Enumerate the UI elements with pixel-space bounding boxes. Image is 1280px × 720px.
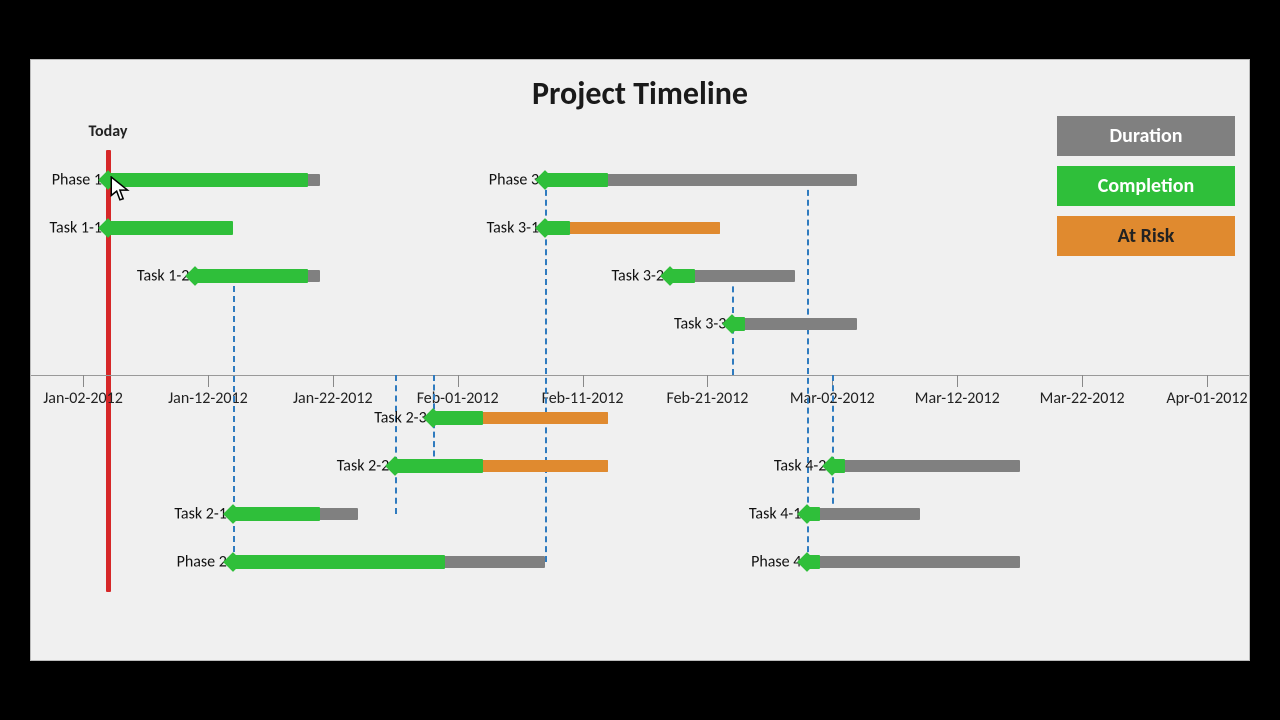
task-atrisk-bar — [483, 412, 608, 424]
axis-tick — [83, 375, 84, 387]
axis-tick — [583, 375, 584, 387]
task-completion-bar — [233, 555, 445, 569]
axis-tick — [208, 375, 209, 387]
axis-tick-label: Jan-02-2012 — [43, 389, 123, 408]
task-completion-bar — [233, 507, 320, 521]
axis-tick-label: Mar-22-2012 — [1040, 389, 1125, 408]
task-atrisk-bar — [483, 460, 608, 472]
axis-tick — [458, 375, 459, 387]
today-label: Today — [89, 122, 128, 141]
task-duration-bar — [832, 460, 1019, 472]
legend-completion: Completion — [1057, 166, 1235, 206]
axis-tick-label: Apr-01-2012 — [1166, 389, 1247, 408]
axis-tick-label: Jan-22-2012 — [293, 389, 373, 408]
axis-tick-label: Mar-12-2012 — [915, 389, 1000, 408]
axis-tick — [1207, 375, 1208, 387]
chart-title: Project Timeline — [31, 74, 1249, 113]
task-completion-bar — [108, 173, 308, 187]
legend: Duration Completion At Risk — [1057, 116, 1235, 266]
task-duration-bar — [807, 556, 1019, 568]
task-duration-bar — [807, 508, 919, 520]
axis-tick-label: Feb-21-2012 — [666, 389, 748, 408]
axis-tick-label: Feb-11-2012 — [542, 389, 624, 408]
x-axis — [31, 375, 1250, 376]
task-completion-bar — [108, 221, 233, 235]
axis-tick — [1082, 375, 1083, 387]
axis-tick-label: Jan-12-2012 — [168, 389, 248, 408]
task-atrisk-bar — [570, 222, 720, 234]
axis-tick — [957, 375, 958, 387]
task-completion-bar — [395, 459, 482, 473]
today-line — [106, 150, 111, 592]
task-duration-bar — [732, 318, 857, 330]
legend-duration: Duration — [1057, 116, 1235, 156]
axis-tick — [333, 375, 334, 387]
axis-tick — [707, 375, 708, 387]
chart-frame: Project Timeline Duration Completion At … — [30, 59, 1250, 661]
task-completion-bar — [195, 269, 307, 283]
dependency-line — [832, 375, 834, 514]
axis-tick-label: Feb-01-2012 — [417, 389, 499, 408]
dependency-line — [395, 375, 397, 514]
legend-atrisk: At Risk — [1057, 216, 1235, 256]
